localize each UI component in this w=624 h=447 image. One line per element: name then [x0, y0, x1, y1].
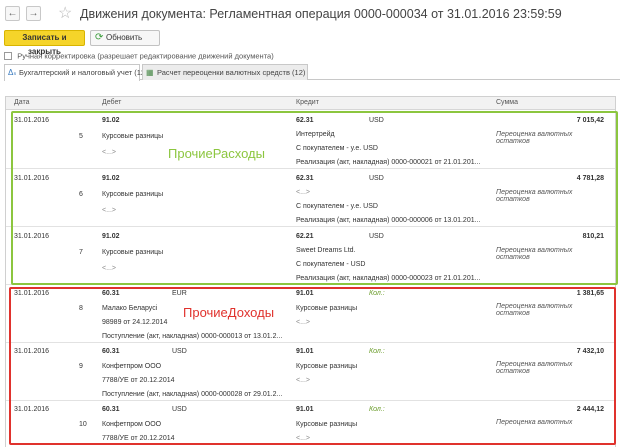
refresh-button[interactable]: ⟳ Обновить [90, 30, 160, 46]
refresh-label: Обновить [106, 33, 143, 42]
income-annotation: ПрочиеДоходы [183, 305, 275, 320]
tab-label: Бухгалтерский и налоговый учет (12) [19, 68, 148, 77]
title-bar: ← → ☆ Движения документа: Регламентная о… [0, 0, 624, 30]
manual-adjust-checkbox[interactable] [4, 51, 12, 60]
table-header: Дата Дебет Кредит Сумма [6, 97, 615, 110]
col-credit[interactable]: Кредит [296, 99, 319, 106]
window-title: Движения документа: Регламентная операци… [80, 7, 562, 21]
favorite-star-icon[interactable]: ☆ [58, 3, 72, 23]
col-amount[interactable]: Сумма [496, 99, 518, 106]
manual-adjust-label: Ручная корректировка (разрешает редактир… [17, 51, 274, 61]
back-button[interactable]: ← [5, 6, 20, 21]
tab-currency-revaluation[interactable]: ▦ Расчет переоценки валютных средств (12… [142, 64, 308, 80]
refresh-icon: ⟳ [95, 32, 104, 43]
command-bar: Записать и закрыть ⟳ Обновить [0, 30, 624, 56]
expenses-highlight-frame [11, 111, 618, 285]
forward-button[interactable]: → [26, 6, 41, 21]
col-date[interactable]: Дата [14, 99, 30, 106]
tab-accounting[interactable]: Δₛ Бухгалтерский и налоговый учет (12) [4, 64, 148, 81]
manual-adjust-option[interactable]: Ручная корректировка (разрешает редактир… [4, 51, 274, 63]
arrow-left-icon: ← [7, 8, 18, 19]
accounting-register-icon: Δₛ [8, 68, 17, 77]
register-table-icon: ▦ [146, 68, 154, 77]
income-highlight-frame [9, 287, 616, 445]
save-and-close-button[interactable]: Записать и закрыть [4, 30, 85, 56]
arrow-right-icon: → [28, 8, 39, 19]
col-debit[interactable]: Дебет [102, 99, 121, 106]
expenses-annotation: ПрочиеРасходы [168, 146, 265, 161]
tab-label: Расчет переоценки валютных средств (12) [157, 68, 306, 77]
register-tabs: Δₛ Бухгалтерский и налоговый учет (12) ▦… [4, 64, 620, 81]
